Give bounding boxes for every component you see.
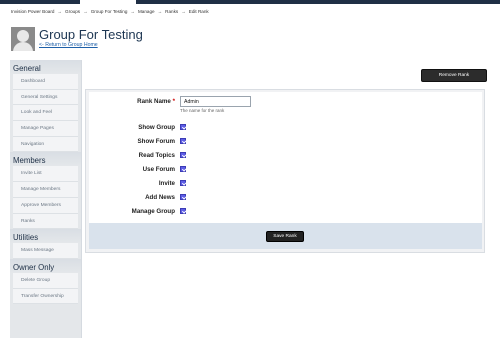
sidebar-item-invite-list[interactable]: Invite List xyxy=(13,166,78,183)
active-tab-highlight[interactable] xyxy=(80,0,136,4)
invite-label: Invite xyxy=(158,180,175,187)
page-header: Group For Testing <- Return to Group Hom… xyxy=(0,22,500,54)
breadcrumb-item[interactable]: Groups xyxy=(65,9,80,14)
add-news-label: Add News xyxy=(145,194,175,201)
rank-name-label-text: Rank Name xyxy=(137,98,171,105)
breadcrumb-item[interactable]: Group For Testing xyxy=(91,9,128,14)
sidebar-item-mass-message[interactable]: Mass Message xyxy=(13,243,78,259)
breadcrumb-separator: → xyxy=(83,9,88,14)
rank-name-hint: The name for the rank xyxy=(180,108,225,113)
sidebar-item-general-settings[interactable]: General Settings xyxy=(13,89,78,106)
show-group-label: Show Group xyxy=(138,124,175,131)
return-to-group-link[interactable]: <- Return to Group Home xyxy=(39,42,98,48)
page-title: Group For Testing xyxy=(39,27,143,42)
read-topics-label: Read Topics xyxy=(138,152,175,159)
show-forum-checkbox[interactable] xyxy=(180,138,186,144)
rank-name-label: Rank Name * xyxy=(75,98,175,105)
show-forum-label: Show Forum xyxy=(137,138,175,145)
breadcrumb-separator: → xyxy=(181,9,186,14)
sidebar-item-dashboard[interactable]: Dashboard xyxy=(13,74,78,90)
required-mark: * xyxy=(172,98,175,105)
use-forum-checkbox[interactable] xyxy=(180,166,186,172)
sidebar-item-look-and-feel[interactable]: Look and Feel xyxy=(13,105,78,122)
sidebar-heading-members: Members xyxy=(10,152,81,167)
top-navigation-bar xyxy=(0,0,500,4)
group-avatar-icon xyxy=(11,27,35,51)
sidebar-heading-utilities: Utilities xyxy=(10,229,81,244)
rank-name-input[interactable] xyxy=(180,96,251,107)
breadcrumb-item[interactable]: Ranks xyxy=(165,9,178,14)
breadcrumb-item[interactable]: Manage xyxy=(138,9,155,14)
sidebar-item-navigation[interactable]: Navigation xyxy=(13,136,78,153)
breadcrumb-separator: → xyxy=(130,9,135,14)
sidebar-item-approve-members[interactable]: Approve Members xyxy=(13,197,78,214)
show-group-checkbox[interactable] xyxy=(180,124,186,130)
manage-group-label: Manage Group xyxy=(131,208,175,215)
invite-checkbox[interactable] xyxy=(180,180,186,186)
sidebar-item-delete-group[interactable]: Delete Group xyxy=(13,272,78,289)
sidebar-item-ranks[interactable]: Ranks xyxy=(13,213,78,230)
sidebar-item-transfer-ownership[interactable]: Transfer Ownership xyxy=(13,288,78,305)
sidebar-item-manage-pages[interactable]: Manage Pages xyxy=(13,121,78,137)
sidebar: General Dashboard General Settings Look … xyxy=(10,60,81,338)
breadcrumb-current: Edit Rank xyxy=(188,9,209,14)
use-forum-label: Use Forum xyxy=(142,166,175,173)
breadcrumb-separator: → xyxy=(57,9,63,14)
breadcrumb-item[interactable]: Invision Power Board xyxy=(11,9,54,14)
read-topics-checkbox[interactable] xyxy=(180,152,186,158)
breadcrumb: Invision Power Board → Groups → Group For Te… xyxy=(11,9,209,14)
add-news-checkbox[interactable] xyxy=(180,194,186,200)
manage-group-checkbox[interactable] xyxy=(180,208,186,214)
save-rank-button[interactable]: Save Rank xyxy=(266,231,304,242)
sidebar-item-manage-members[interactable]: Manage Members xyxy=(13,182,78,198)
sidebar-heading-owner-only: Owner Only xyxy=(10,258,81,273)
sidebar-heading-general: General xyxy=(10,60,81,74)
breadcrumb-separator: → xyxy=(157,9,163,14)
remove-rank-button[interactable]: Remove Rank xyxy=(421,69,487,82)
